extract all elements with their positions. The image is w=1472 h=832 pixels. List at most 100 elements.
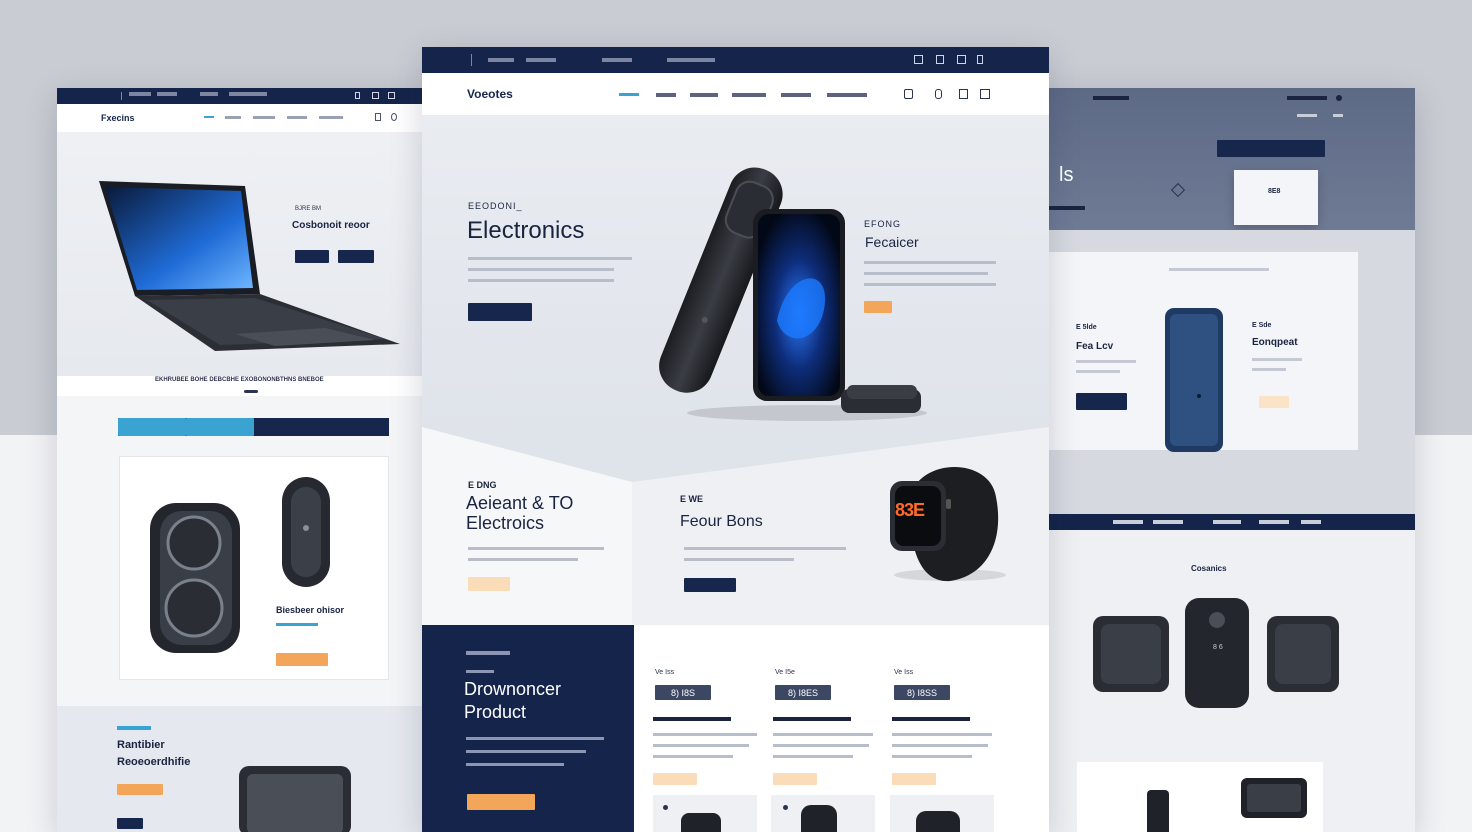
smartwatch-image — [890, 467, 1006, 582]
center-nav-link[interactable] — [656, 93, 676, 97]
left-hero-learn-button[interactable] — [338, 250, 374, 263]
right-topbar-link[interactable] — [1287, 96, 1327, 100]
center-side-button[interactable] — [864, 301, 892, 313]
right-topbar-link[interactable] — [1333, 114, 1343, 117]
product-image — [771, 795, 875, 832]
left-brand-logo[interactable]: Fxecins — [101, 113, 135, 123]
center-product-card[interactable]: Ve Iss 8) I8S — [653, 665, 773, 832]
right-navbar-link[interactable] — [1113, 520, 1143, 524]
left-nav-link[interactable] — [225, 116, 241, 119]
center-promo2-button[interactable] — [684, 578, 736, 592]
right-top-box-text: 8E8 — [1268, 188, 1281, 195]
left-topbar-link[interactable] — [157, 92, 177, 96]
left-tab[interactable] — [185, 418, 254, 436]
left-search-icon[interactable] — [375, 113, 381, 121]
center-product-card[interactable]: Ve I5e 8) I8ES — [771, 665, 891, 832]
center-menu-icon[interactable] — [980, 89, 990, 99]
center-hero-shop-button[interactable] — [468, 303, 532, 321]
left-topbar-link[interactable] — [129, 92, 151, 96]
right-card1-title: Fea Lcv — [1076, 341, 1114, 352]
center-search-icon[interactable] — [904, 89, 913, 99]
right-cards-section: E 5lde Fea Lcv E Sde Eonqpeat — [1049, 230, 1415, 514]
center-feature-text — [466, 737, 604, 740]
left-nav-link[interactable] — [319, 116, 343, 119]
product-badge: 8) I8ES — [775, 685, 831, 700]
product-buy-button[interactable] — [773, 773, 817, 785]
product-buy-button[interactable] — [892, 773, 936, 785]
center-brand-logo[interactable]: Voeotes — [467, 87, 513, 101]
left-tab[interactable] — [321, 418, 389, 436]
center-promo1-text — [468, 547, 604, 550]
right-top-box: 8E8 — [1234, 170, 1318, 225]
center-promo1-title-1: Aeieant & TO — [466, 493, 574, 513]
right-topbar-link[interactable] — [1297, 114, 1317, 117]
center-product-card[interactable]: Ve Iss 8) I8SS — [890, 665, 1010, 832]
product-badge: 8) I8S — [655, 685, 711, 700]
left-account-icon[interactable] — [391, 113, 397, 121]
product-tag: Ve Iss — [894, 669, 914, 676]
center-topbar-divider — [471, 54, 472, 66]
left-topbar — [57, 88, 422, 104]
center-bag-icon[interactable] — [959, 89, 968, 99]
center-account-icon[interactable] — [935, 89, 942, 99]
left-tab[interactable] — [253, 418, 322, 436]
right-topbar-icon[interactable] — [1336, 95, 1342, 101]
product-dot — [663, 805, 668, 810]
right-card1-text — [1076, 360, 1136, 363]
product-text — [653, 744, 749, 747]
product-name — [653, 717, 731, 721]
product-name — [773, 717, 851, 721]
right-card1-button[interactable] — [1076, 393, 1127, 410]
center-topbar-link[interactable] — [526, 58, 556, 62]
left-hero-shop-button[interactable] — [295, 250, 329, 263]
center-topbar-link[interactable] — [488, 58, 514, 62]
left-tab[interactable] — [118, 418, 186, 436]
right-card2-text — [1252, 368, 1286, 371]
left-user-icon[interactable] — [355, 92, 360, 99]
center-topbar-link[interactable] — [602, 58, 632, 62]
center-nav-link[interactable] — [690, 93, 718, 97]
center-nav-active[interactable] — [619, 93, 639, 96]
right-top-button[interactable] — [1217, 140, 1325, 157]
center-promo1-button[interactable] — [468, 577, 510, 591]
center-feature-button[interactable] — [467, 794, 535, 810]
left-topbar-link[interactable] — [229, 92, 267, 96]
left-nav-link[interactable] — [253, 116, 275, 119]
right-navbar-link[interactable] — [1213, 520, 1241, 524]
left-cart-icon[interactable] — [372, 92, 379, 99]
center-cart-icon[interactable] — [957, 55, 966, 64]
center-nav-link[interactable] — [827, 93, 867, 97]
center-side-eyebrow: EFONG — [864, 219, 902, 229]
product-image — [653, 795, 757, 832]
right-products-section: Cosanics 8 6 — [1049, 530, 1415, 832]
left-strip-text: EKHRUBEE BOHE DEBCBHE EXOBONONBTHNS BNEB… — [155, 377, 324, 383]
right-navbar-link[interactable] — [1153, 520, 1183, 524]
left-nav-active[interactable] — [204, 116, 214, 118]
left-hero: BJRE BM Cosbonoit reoor — [57, 132, 422, 376]
product-buy-button[interactable] — [653, 773, 697, 785]
center-feature-tag — [466, 670, 494, 673]
left-topbar-divider — [121, 92, 122, 100]
left-nav-link[interactable] — [287, 116, 307, 119]
right-topbar-brand[interactable] — [1093, 96, 1129, 100]
center-topbar-link[interactable] — [667, 58, 715, 62]
center-feature-block: Drownoncer Product — [422, 625, 634, 832]
left-bottom-button-1[interactable] — [117, 784, 163, 795]
center-hero: EEODONI_ Electronics EFONG Fecaicer — [422, 115, 1049, 451]
center-page-mockup: Voeotes EEODONI_ Electronics EFONG Fecai… — [422, 47, 1049, 832]
center-nav-link[interactable] — [781, 93, 811, 97]
product-tag: Ve Iss — [655, 669, 675, 676]
right-navbar-link[interactable] — [1259, 520, 1289, 524]
right-card2-button[interactable] — [1259, 396, 1289, 408]
left-menu-icon[interactable] — [388, 92, 395, 99]
center-store-icon[interactable] — [914, 55, 923, 64]
left-topbar-link[interactable] — [200, 92, 218, 96]
left-product-button[interactable] — [276, 653, 328, 666]
center-nav-link[interactable] — [732, 93, 766, 97]
center-feature-text — [466, 763, 564, 766]
left-bottom-button-2[interactable] — [117, 818, 143, 829]
center-wishlist-icon[interactable] — [936, 55, 944, 64]
center-user-icon[interactable] — [977, 55, 983, 64]
right-card1-text — [1076, 370, 1120, 373]
right-navbar-link[interactable] — [1301, 520, 1321, 524]
